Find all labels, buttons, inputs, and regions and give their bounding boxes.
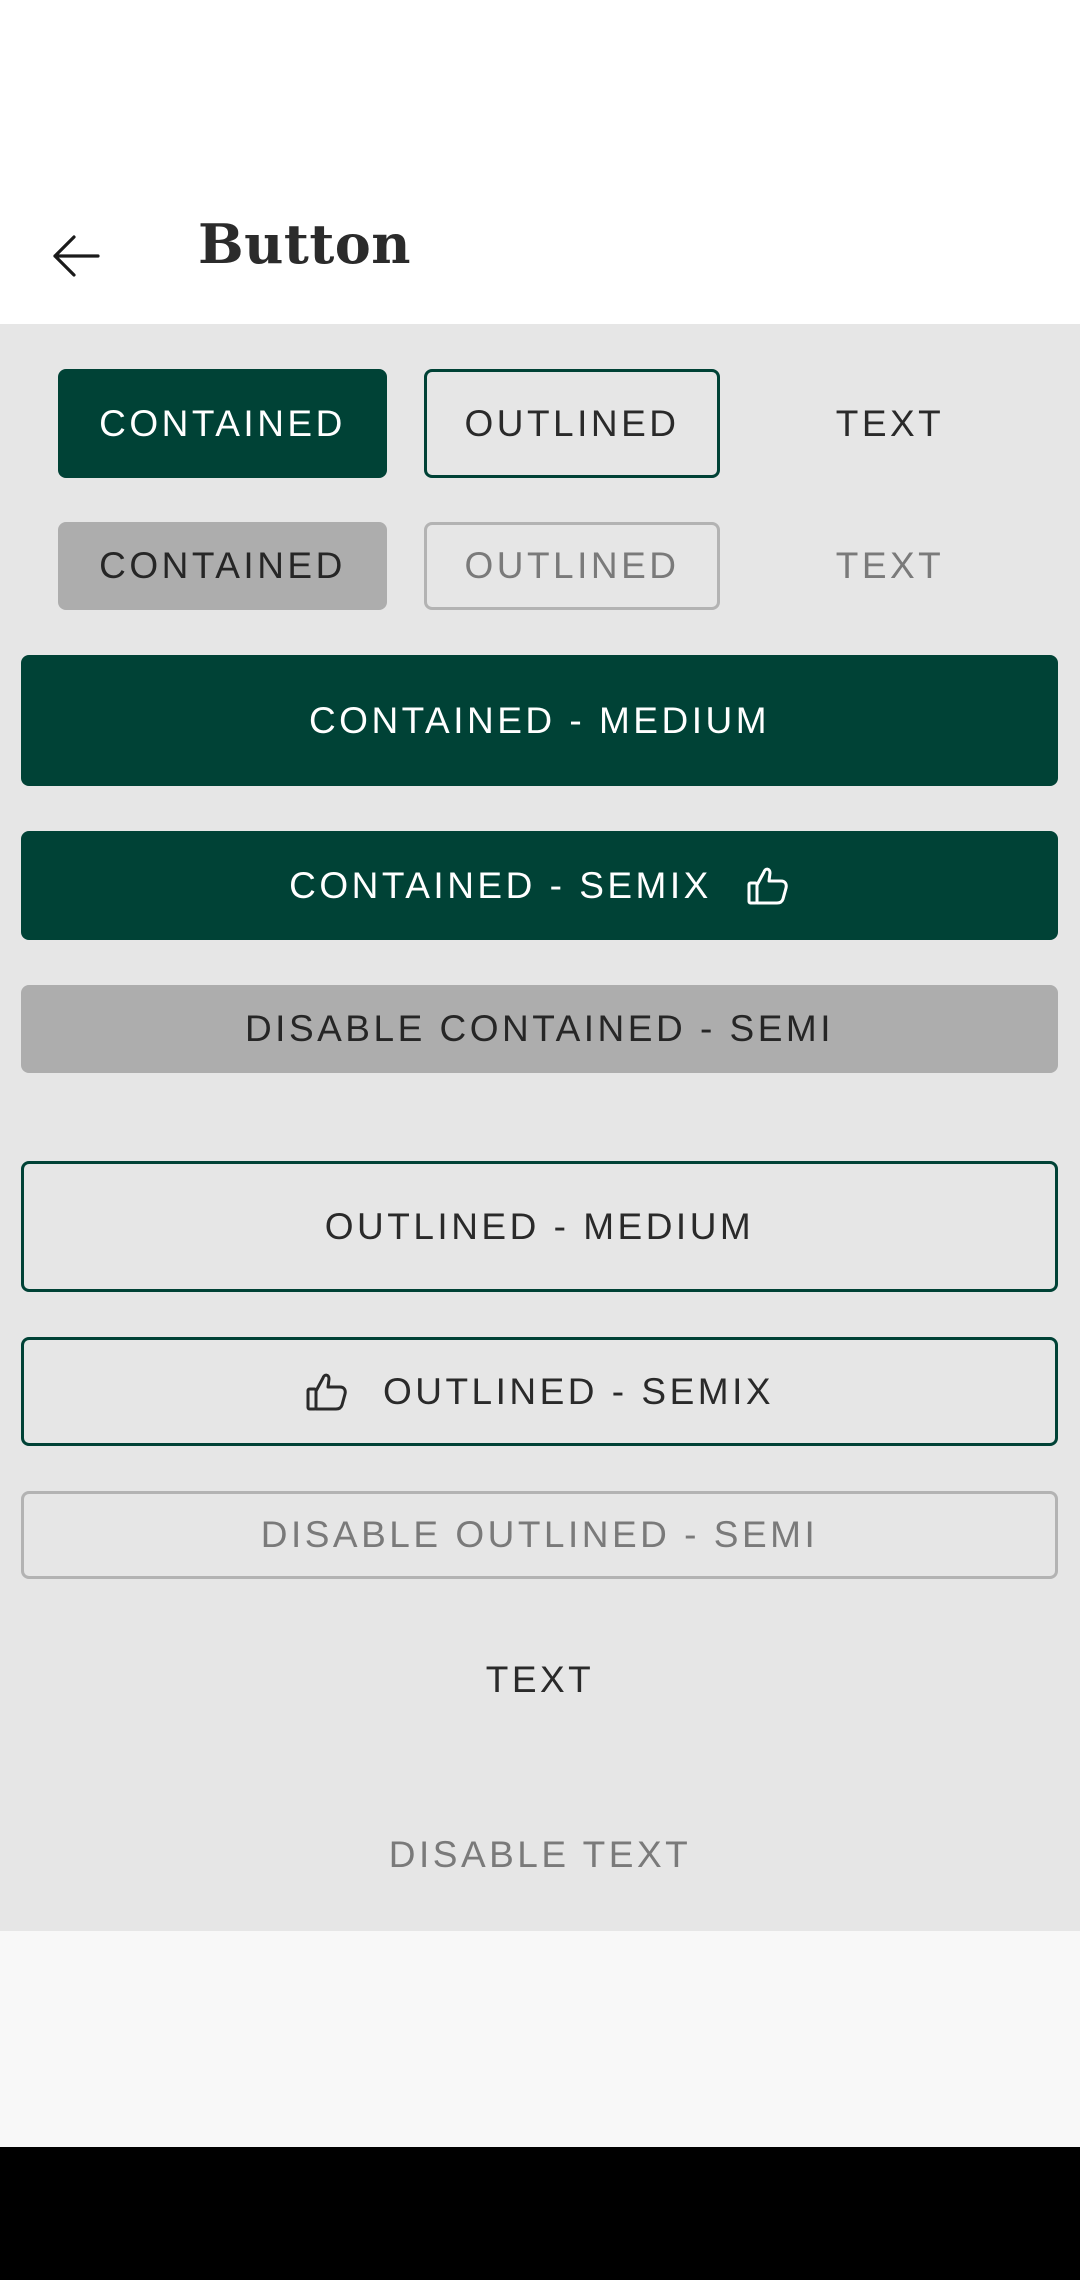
text-button[interactable]: TEXT [760,369,1020,478]
contained-semix-label: CONTAINED - SEMIX [289,864,712,906]
page-title: Button [198,212,412,276]
thumbs-up-icon [746,864,790,908]
button-showcase: CONTAINED OUTLINED TEXT CONTAINED OUTLIN… [0,324,1080,1931]
outlined-medium-button[interactable]: OUTLINED - MEDIUM [21,1161,1058,1292]
back-button[interactable] [40,220,112,292]
outlined-semix-label: OUTLINED - SEMIX [382,1370,775,1412]
contained-button[interactable]: CONTAINED [58,369,387,478]
thumbs-up-icon [305,1370,349,1414]
app-bar: Button [0,160,1080,324]
status-bar-area [0,0,1080,160]
disabled-outlined-button[interactable]: OUTLINED [424,522,720,610]
text-button-full[interactable]: TEXT [390,1625,690,1734]
arrow-back-icon [50,230,102,282]
disable-text-button[interactable]: DISABLE TEXT [340,1811,740,1899]
disabled-text-button[interactable]: TEXT [760,522,1020,610]
disable-outlined-semi-button[interactable]: DISABLE OUTLINED - SEMI [21,1491,1058,1579]
bottom-spacer [0,1931,1080,2147]
disable-contained-semi-button[interactable]: DISABLE CONTAINED - SEMI [21,985,1058,1073]
system-navigation-bar [0,2147,1080,2280]
disabled-contained-button[interactable]: CONTAINED [58,522,387,610]
outlined-button[interactable]: OUTLINED [424,369,720,478]
contained-semix-button[interactable]: CONTAINED - SEMIX [21,831,1058,940]
outlined-semix-button[interactable]: OUTLINED - SEMIX [21,1337,1058,1446]
contained-medium-button[interactable]: CONTAINED - MEDIUM [21,655,1058,786]
